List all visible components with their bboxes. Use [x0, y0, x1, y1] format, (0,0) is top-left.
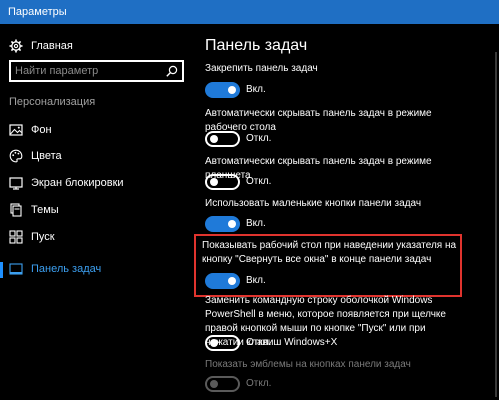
- taskbar-icon: [9, 262, 23, 276]
- sidebar-item-colors[interactable]: Цвета: [0, 144, 192, 170]
- lock-screen-icon: [9, 176, 23, 190]
- sidebar-item-label: Экран блокировки: [31, 177, 124, 189]
- toggle-lock-taskbar[interactable]: [205, 82, 240, 98]
- setting-label-lock-taskbar: Закрепить панель задач: [205, 63, 318, 74]
- sidebar-item-label: Пуск: [31, 231, 55, 243]
- scrollbar[interactable]: [495, 52, 497, 397]
- toggle-knob: [228, 277, 236, 285]
- sidebar-item-background[interactable]: Фон: [0, 118, 192, 144]
- toggle-autohide-tablet[interactable]: [205, 174, 240, 190]
- toggle-state-text: Вкл.: [246, 84, 266, 95]
- sidebar-item-label: Панель задач: [31, 263, 102, 275]
- gear-icon: [9, 39, 23, 53]
- sidebar: Главная Персонализация Фон: [0, 24, 192, 400]
- setting-label-peek-desktop: Показывать рабочий стол при наведении ук…: [202, 240, 457, 265]
- toggle-state-text: Откл.: [246, 378, 272, 389]
- search-input[interactable]: [9, 60, 184, 82]
- themes-icon: [9, 203, 23, 217]
- sidebar-item-lock-screen[interactable]: Экран блокировки: [0, 171, 192, 197]
- toggle-small-buttons[interactable]: [205, 216, 240, 232]
- toggle-peek-desktop[interactable]: [205, 273, 240, 289]
- toggle-powershell[interactable]: [205, 335, 240, 351]
- image-icon: [9, 123, 23, 137]
- toggle-state-text: Вкл.: [246, 275, 266, 286]
- toggle-knob: [210, 178, 218, 186]
- toggle-autohide-desktop[interactable]: [205, 131, 240, 147]
- sidebar-item-label: Цвета: [31, 150, 62, 162]
- toggle-knob: [228, 220, 236, 228]
- page-title: Панель задач: [205, 37, 308, 54]
- sidebar-item-label: Главная: [31, 40, 73, 52]
- toggle-knob: [210, 380, 218, 388]
- setting-label-autohide-tablet: Автоматически скрывать панель задач в ре…: [205, 156, 432, 181]
- sidebar-item-themes[interactable]: Темы: [0, 198, 192, 224]
- toggle-knob: [210, 135, 218, 143]
- title-bar[interactable]: Параметры: [0, 0, 499, 24]
- toggle-state-text: Откл.: [246, 133, 272, 144]
- section-label: Персонализация: [9, 96, 96, 108]
- toggle-state-text: Вкл.: [246, 218, 266, 229]
- sidebar-item-taskbar[interactable]: Панель задач: [0, 257, 192, 283]
- sidebar-item-start[interactable]: Пуск: [0, 225, 192, 251]
- window-title: Параметры: [8, 6, 67, 18]
- sidebar-item-label: Темы: [31, 204, 59, 216]
- settings-window: Параметры Главная Найти параметр Персона…: [0, 0, 499, 400]
- search-icon[interactable]: [166, 65, 178, 77]
- toggle-state-text: Откл.: [246, 176, 272, 187]
- setting-label-badges: Показать эмблемы на кнопках панели задач: [205, 359, 411, 370]
- active-indicator: [0, 262, 3, 278]
- toggle-state-text: Откл.: [246, 337, 272, 348]
- setting-label-powershell: Заменить командную строку оболочкой Wind…: [205, 295, 446, 348]
- start-icon: [9, 230, 23, 244]
- toggle-knob: [210, 339, 218, 347]
- sidebar-item-home[interactable]: Главная: [0, 34, 192, 60]
- toggle-knob: [228, 86, 236, 94]
- setting-label-small-buttons: Использовать маленькие кнопки панели зад…: [205, 198, 422, 209]
- palette-icon: [9, 149, 23, 163]
- toggle-badges[interactable]: [205, 376, 240, 392]
- search-field[interactable]: [15, 64, 155, 78]
- setting-label-autohide-desktop: Автоматически скрывать панель задач в ре…: [205, 108, 432, 133]
- sidebar-item-label: Фон: [31, 124, 52, 136]
- main-content: Панель задач Закрепить панель задач Вкл.…: [192, 24, 499, 400]
